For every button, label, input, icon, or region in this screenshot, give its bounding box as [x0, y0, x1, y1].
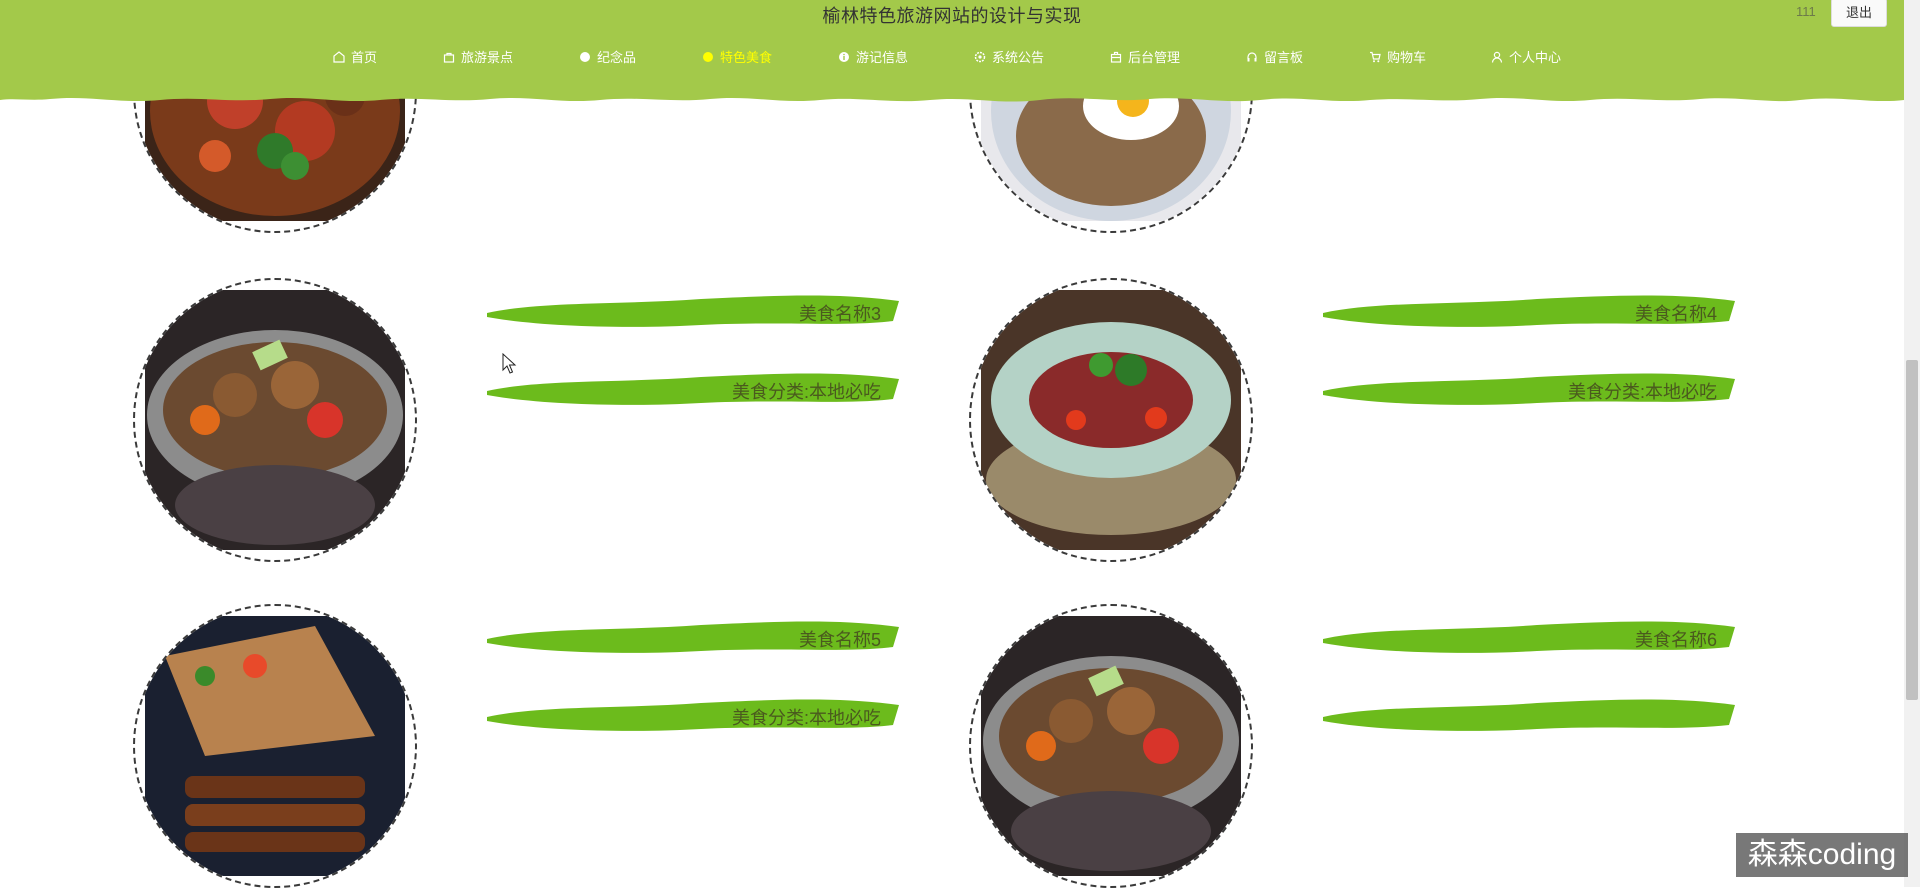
- food-name: 美食名称5: [798, 630, 881, 650]
- food-image-4[interactable]: [969, 278, 1253, 562]
- cart-icon: [1369, 51, 1381, 63]
- nav-item-souvenirs[interactable]: 纪念品: [579, 48, 636, 68]
- nav-item-profile[interactable]: 个人中心: [1491, 48, 1561, 68]
- food-category-banner-6[interactable]: [1317, 691, 1737, 741]
- food-name: 美食名称4: [1634, 304, 1717, 324]
- nav-item-announcements[interactable]: 系统公告: [974, 48, 1044, 68]
- briefcase-icon: [1110, 51, 1122, 63]
- nav-item-guestbook[interactable]: 留言板: [1246, 48, 1303, 68]
- nav-label: 游记信息: [856, 50, 909, 65]
- nav-label: 留言板: [1264, 50, 1304, 65]
- nav-item-attractions[interactable]: 旅游景点: [443, 48, 513, 68]
- food-category-banner-4[interactable]: 美食分类:本地必吃: [1317, 365, 1737, 415]
- logout-button[interactable]: 退出: [1831, 0, 1887, 27]
- watermark: 森森coding: [1736, 833, 1908, 877]
- nav-label: 特色美食: [720, 50, 773, 65]
- nav-item-cart[interactable]: 购物车: [1369, 48, 1426, 68]
- nav-label: 系统公告: [992, 50, 1045, 65]
- bag-icon: [443, 51, 455, 63]
- steak-salad-image: [981, 290, 1241, 550]
- lamb-pot-image: [981, 616, 1241, 876]
- gear-icon: [974, 51, 986, 63]
- food-name-banner-5[interactable]: 美食名称5: [481, 613, 901, 663]
- site-header: 榆林特色旅游网站的设计与实现 111 退出 首页 旅游景点 纪念品 特色美食 游…: [0, 0, 1904, 110]
- food-image-6[interactable]: [969, 604, 1253, 888]
- user-name: 111: [1796, 4, 1816, 19]
- food-name: 美食名称6: [1634, 630, 1717, 650]
- food-category-banner-3[interactable]: 美食分类:本地必吃: [481, 365, 901, 415]
- nav-item-home[interactable]: 首页: [333, 48, 377, 68]
- nav-label: 旅游景点: [461, 50, 514, 65]
- nav-item-travel-notes[interactable]: 游记信息: [838, 48, 908, 68]
- food-name-banner-4[interactable]: 美食名称4: [1317, 287, 1737, 337]
- page-scrollbar[interactable]: [1904, 0, 1920, 887]
- home-icon: [333, 51, 345, 63]
- food-name-banner-6[interactable]: 美食名称6: [1317, 613, 1737, 663]
- nav-label: 后台管理: [1128, 50, 1181, 65]
- nav-item-admin[interactable]: 后台管理: [1110, 48, 1180, 68]
- grilled-eel-image: [145, 616, 405, 876]
- food-image-3[interactable]: [133, 278, 417, 562]
- user-icon: [1491, 51, 1503, 63]
- food-category: 美食分类:本地必吃: [731, 708, 881, 728]
- food-image-5[interactable]: [133, 604, 417, 888]
- food-name-banner-3[interactable]: 美食名称3: [481, 287, 901, 337]
- lamb-pot-image: [145, 290, 405, 550]
- nav-label: 纪念品: [597, 50, 637, 65]
- scrollbar-thumb[interactable]: [1906, 360, 1918, 700]
- main-nav: 首页 旅游景点 纪念品 特色美食 游记信息 系统公告 后台管理 留言板 购物车 …: [0, 48, 1904, 68]
- headset-icon: [1246, 51, 1258, 63]
- food-category: 美食分类:本地必吃: [1567, 382, 1717, 402]
- food-category-banner-5[interactable]: 美食分类:本地必吃: [481, 691, 901, 741]
- food-name: 美食名称3: [798, 304, 881, 324]
- nav-label: 首页: [351, 50, 378, 65]
- info-icon: [838, 51, 850, 63]
- mouse-cursor-icon: [502, 353, 517, 374]
- nav-item-food[interactable]: 特色美食: [702, 48, 772, 68]
- circle-icon: [579, 51, 591, 63]
- food-category: 美食分类:本地必吃: [731, 382, 881, 402]
- circle-icon: [702, 51, 714, 63]
- brush-stroke: [1323, 699, 1735, 731]
- site-title: 榆林特色旅游网站的设计与实现: [822, 6, 1082, 26]
- nav-label: 个人中心: [1509, 50, 1562, 65]
- nav-label: 购物车: [1387, 50, 1427, 65]
